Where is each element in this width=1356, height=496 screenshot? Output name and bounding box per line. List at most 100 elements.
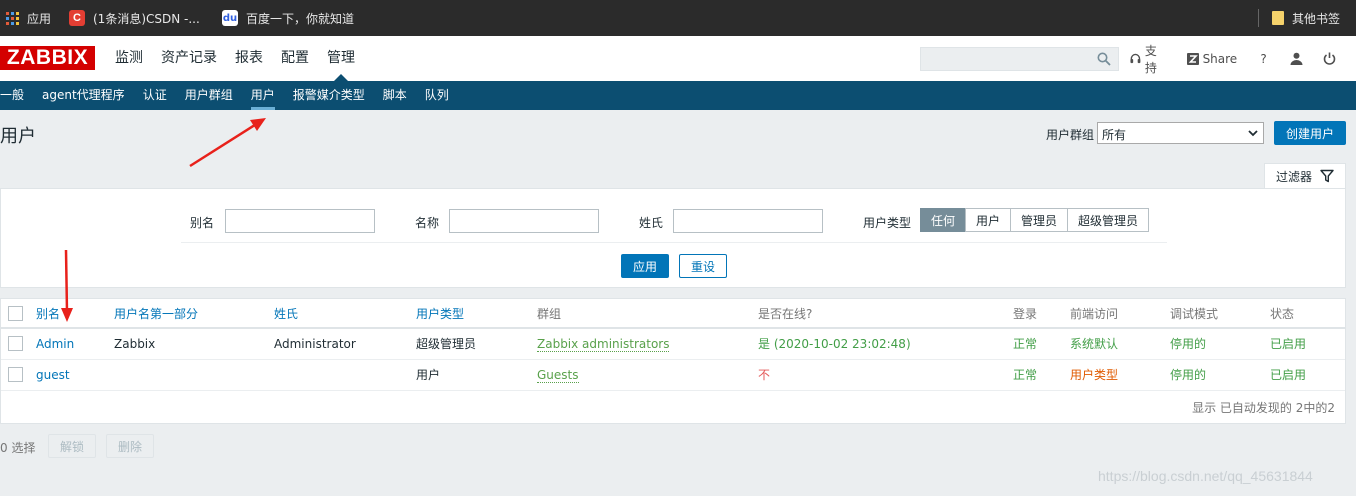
submenu-authentication[interactable]: 认证 <box>134 81 176 110</box>
user-group-link[interactable]: Guests <box>537 368 579 383</box>
user-profile-button[interactable] <box>1290 52 1303 66</box>
col-login: 登录 <box>1013 307 1038 321</box>
page-title: 用户 <box>0 126 36 147</box>
user-status[interactable]: 已启用 <box>1270 360 1306 390</box>
user-surname: Administrator <box>274 337 356 351</box>
user-frontend-access[interactable]: 系统默认 <box>1070 329 1118 359</box>
surname-field[interactable] <box>673 209 823 233</box>
zabbix-logo[interactable]: ZABBIX <box>0 46 95 70</box>
menu-reports[interactable]: 报表 <box>226 36 272 81</box>
user-type-user[interactable]: 用户 <box>965 208 1012 232</box>
col-surname[interactable]: 姓氏 <box>274 299 298 329</box>
bookmark-apps-label: 应用 <box>27 11 52 26</box>
submenu-user-groups[interactable]: 用户群组 <box>176 81 242 110</box>
user-type-super-admin[interactable]: 超级管理员 <box>1067 208 1150 232</box>
filter-tab[interactable]: 过滤器 <box>1264 163 1346 188</box>
bookmark-csdn-label: (1条消息)CSDN -... <box>93 11 200 26</box>
user-type-admin[interactable]: 管理员 <box>1010 208 1069 232</box>
submenu-media-types[interactable]: 报警媒介类型 <box>284 81 374 110</box>
row-checkbox[interactable] <box>8 367 23 382</box>
bookmarks-separator <box>1258 9 1259 27</box>
submenu-queue[interactable]: 队列 <box>416 81 458 110</box>
col-user-type[interactable]: 用户类型 <box>416 299 464 329</box>
support-label: 支持 <box>1144 43 1157 75</box>
search-icon[interactable] <box>1097 52 1111 66</box>
user-type-segmented: 任何 用户 管理员 超级管理员 <box>920 208 1150 232</box>
col-alias[interactable]: 别名 <box>36 299 60 329</box>
user-login-status: 正常 <box>1013 337 1038 351</box>
bookmark-csdn[interactable]: C (1条消息)CSDN -... <box>69 0 200 36</box>
search-input[interactable] <box>920 47 1119 71</box>
baidu-icon: du <box>222 10 238 26</box>
user-debug-mode[interactable]: 停用的 <box>1170 329 1206 359</box>
user-type: 用户 <box>416 368 441 382</box>
user-alias-link[interactable]: Admin <box>36 329 74 359</box>
bookmark-baidu[interactable]: du 百度一下，你就知道 <box>222 0 354 36</box>
name-field[interactable] <box>449 209 599 233</box>
user-status[interactable]: 已启用 <box>1270 329 1306 359</box>
power-icon <box>1323 52 1336 65</box>
user-frontend-access[interactable]: 用户类型 <box>1070 360 1118 390</box>
user-group-select-value: 所有 <box>1102 128 1127 142</box>
headset-icon <box>1130 53 1141 63</box>
col-groups: 群组 <box>537 307 562 321</box>
header-tools: 支持 Share ? <box>1130 36 1356 81</box>
chevron-down-icon <box>1248 130 1258 137</box>
main-menu: 监测 资产记录 报表 配置 管理 <box>106 36 364 81</box>
submenu-general[interactable]: 一般 <box>0 81 33 110</box>
table-row: guest 用户 Guests 不 正常 用户类型 停用的 已启用 <box>1 360 1345 391</box>
select-all-checkbox[interactable] <box>8 306 23 321</box>
user-online-status: 不 <box>758 368 771 382</box>
create-user-button[interactable]: 创建用户 <box>1274 121 1346 145</box>
submenu-scripts[interactable]: 脚本 <box>374 81 416 110</box>
bookmark-apps[interactable]: 应用 <box>6 0 51 36</box>
apply-filter-button[interactable]: 应用 <box>621 254 669 278</box>
sign-out-button[interactable] <box>1323 52 1336 66</box>
user-icon <box>1290 52 1303 65</box>
user-type-any[interactable]: 任何 <box>920 208 967 232</box>
share-label: Share <box>1202 51 1238 66</box>
col-frontend-access: 前端访问 <box>1070 307 1119 321</box>
user-alias-link[interactable]: guest <box>36 360 70 390</box>
submenu-users[interactable]: 用户 <box>242 81 284 110</box>
table-row: Admin Zabbix Administrator 超级管理员 Zabbix … <box>1 329 1345 360</box>
delete-button[interactable]: 删除 <box>106 434 154 458</box>
col-name[interactable]: 用户名第一部分 <box>114 299 198 329</box>
col-status: 状态 <box>1270 307 1295 321</box>
bookmark-other-label: 其他书签 <box>1292 11 1341 26</box>
unlock-button[interactable]: 解锁 <box>48 434 96 458</box>
csdn-icon: C <box>69 10 85 26</box>
surname-label: 姓氏 <box>639 216 664 230</box>
help-icon[interactable]: ? <box>1257 52 1270 66</box>
name-label: 名称 <box>415 216 440 230</box>
user-login-status: 正常 <box>1013 368 1038 382</box>
share-link[interactable]: Share <box>1186 51 1238 66</box>
user-online-status: 是 (2020-10-02 23:02:48) <box>758 337 911 351</box>
submenu-proxies[interactable]: agent代理程序 <box>33 81 134 110</box>
menu-inventory[interactable]: 资产记录 <box>152 36 226 81</box>
user-group-label: 用户群组 <box>1046 128 1095 142</box>
col-online: 是否在线? <box>758 307 813 321</box>
bookmark-folder-icon <box>1272 11 1284 25</box>
filter-tab-label: 过滤器 <box>1275 169 1312 184</box>
row-checkbox[interactable] <box>8 336 23 351</box>
share-icon <box>1186 52 1199 65</box>
reset-filter-button[interactable]: 重设 <box>679 254 727 278</box>
user-type: 超级管理员 <box>416 337 477 351</box>
users-table: 别名 用户名第一部分 姓氏 用户类型 群组 是否在线? 登录 前端访问 调试模式… <box>0 298 1346 424</box>
table-header: 别名 用户名第一部分 姓氏 用户类型 群组 是否在线? 登录 前端访问 调试模式… <box>1 299 1345 329</box>
menu-administration[interactable]: 管理 <box>318 36 364 81</box>
col-debug-mode: 调试模式 <box>1170 307 1219 321</box>
support-link[interactable]: 支持 <box>1130 42 1167 76</box>
user-group-link[interactable]: Zabbix administrators <box>537 337 670 352</box>
bookmark-other[interactable]: 其他书签 <box>1272 0 1340 36</box>
filter-divider <box>181 242 1167 243</box>
user-debug-mode[interactable]: 停用的 <box>1170 360 1206 390</box>
filter-icon <box>1320 169 1334 183</box>
menu-configuration[interactable]: 配置 <box>272 36 318 81</box>
annotation-arrow-users-tab <box>189 118 266 168</box>
user-group-select[interactable]: 所有 <box>1097 122 1264 144</box>
alias-field[interactable] <box>225 209 375 233</box>
user-type-label: 用户类型 <box>863 216 912 230</box>
menu-monitoring[interactable]: 监测 <box>106 36 152 81</box>
